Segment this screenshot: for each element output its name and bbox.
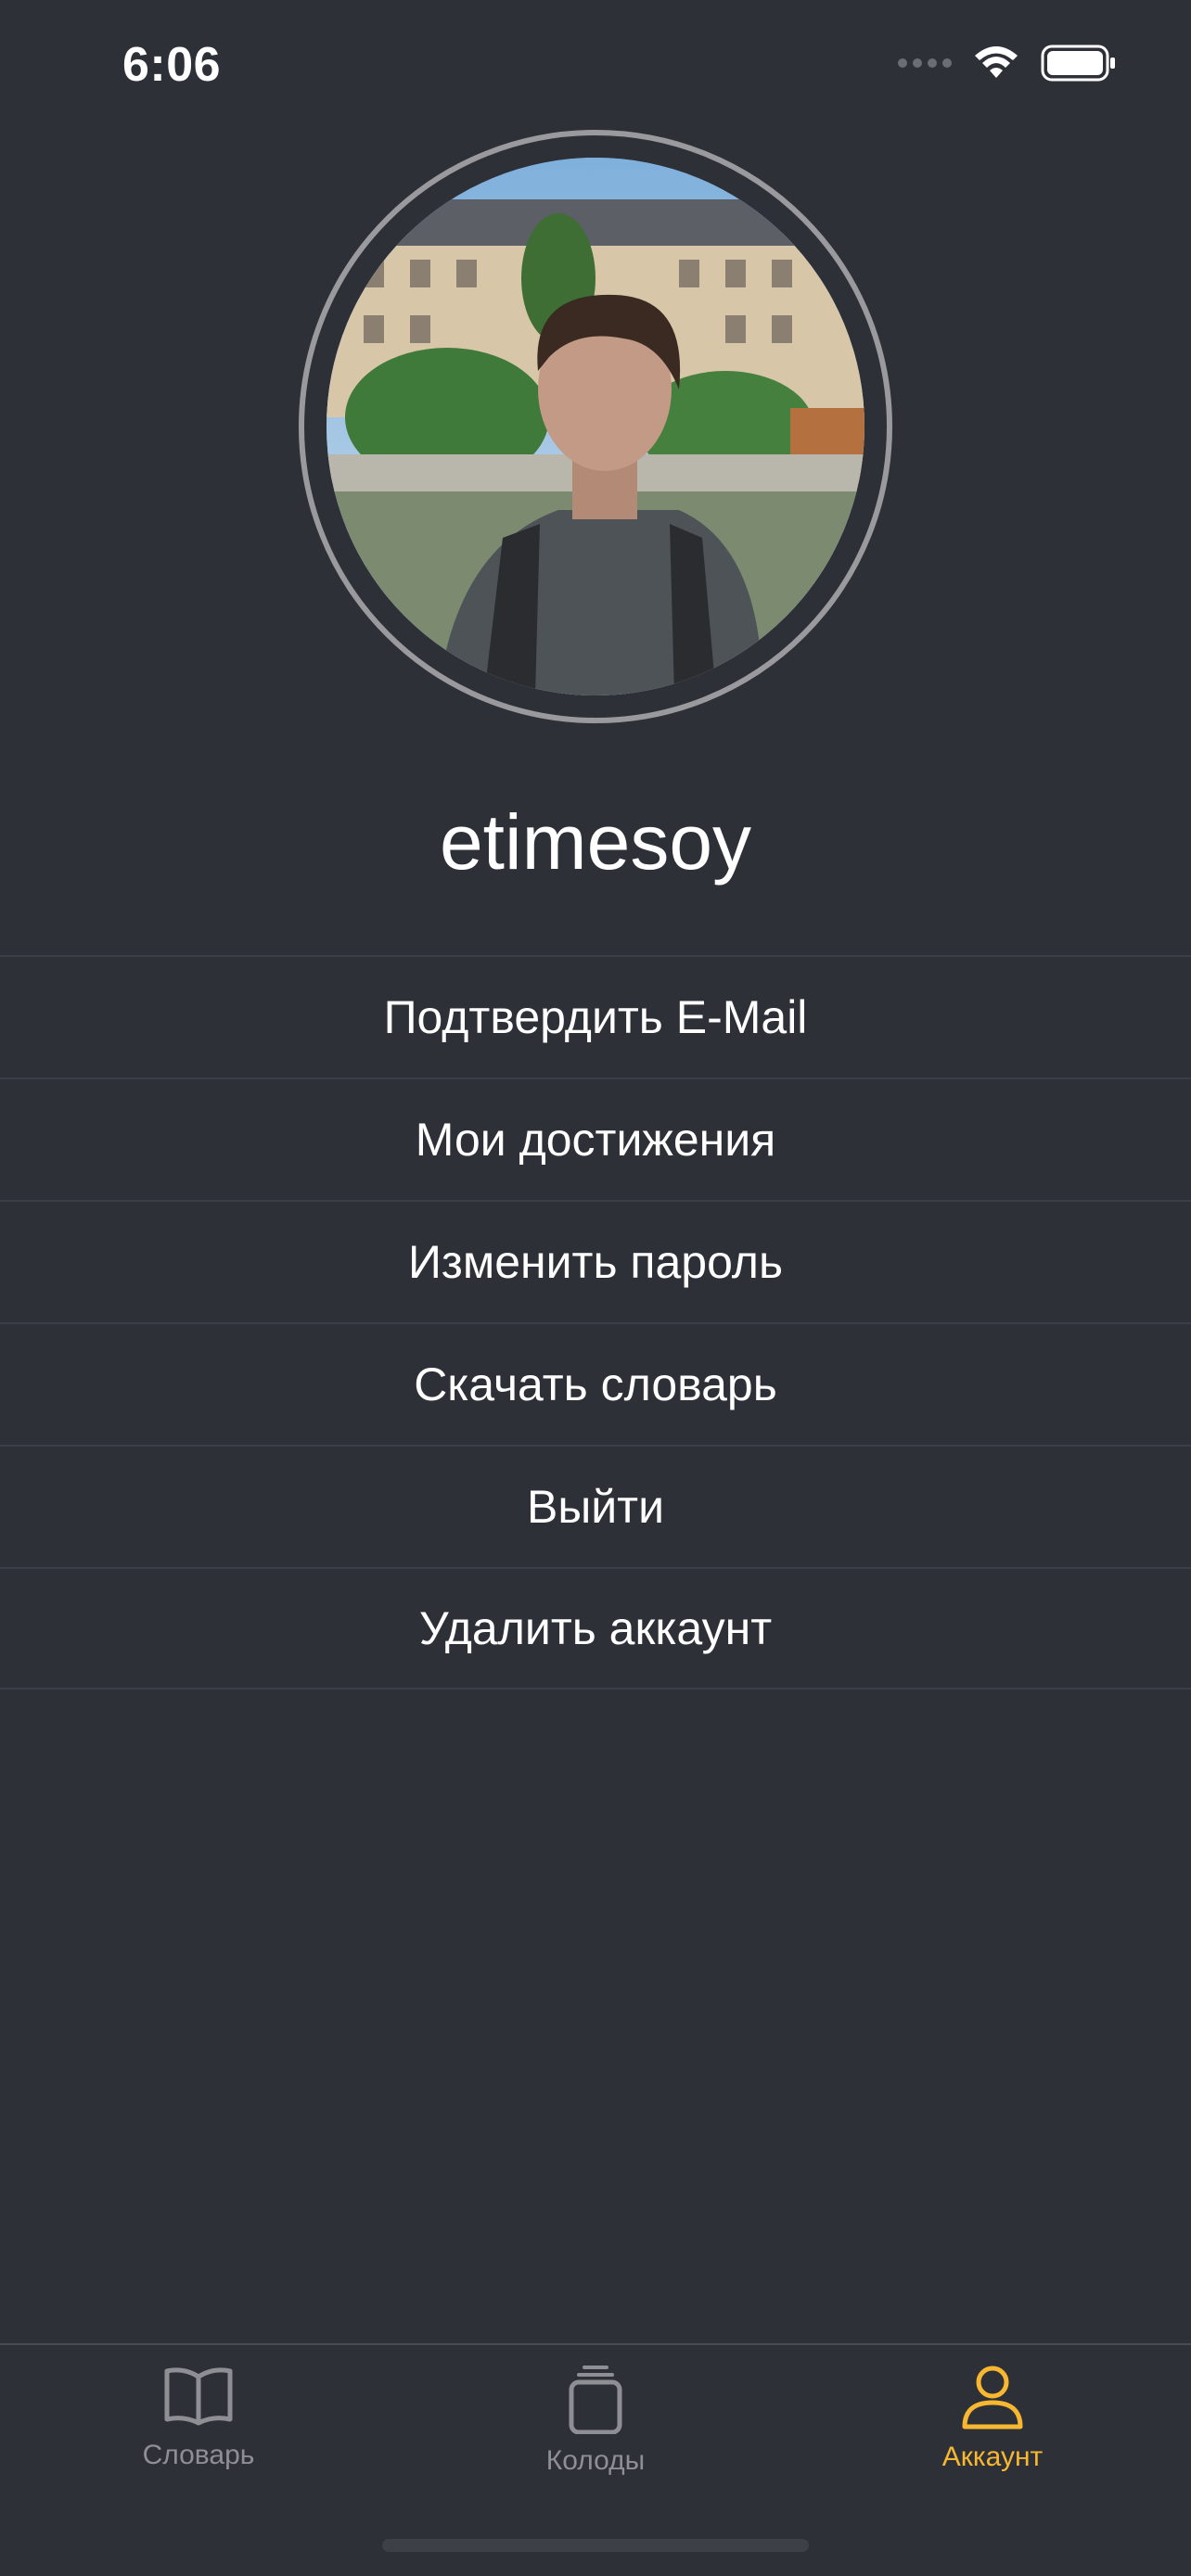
download-dictionary-button[interactable]: Скачать словарь — [0, 1322, 1191, 1445]
tab-dictionary-label: Словарь — [142, 2440, 255, 2470]
tab-decks-label: Колоды — [545, 2445, 646, 2476]
logout-button[interactable]: Выйти — [0, 1445, 1191, 1567]
achievements-button[interactable]: Мои достижения — [0, 1078, 1191, 1200]
person-icon — [962, 2366, 1023, 2429]
tab-account-label: Аккаунт — [941, 2442, 1044, 2472]
wifi-icon — [975, 46, 1018, 78]
tab-dictionary[interactable]: Словарь — [59, 2364, 338, 2471]
status-time: 6:06 — [122, 38, 222, 92]
cards-stack-icon — [569, 2366, 622, 2434]
status-icons — [898, 45, 1117, 82]
account-screen: 6:06 etimesoy Подтвердить E-Mail Мои дос… — [0, 0, 1191, 2576]
tab-decks[interactable]: Колоды — [456, 2364, 735, 2477]
change-password-button[interactable]: Изменить пароль — [0, 1200, 1191, 1322]
avatar-photo — [327, 158, 864, 695]
username: etimesoy — [439, 798, 752, 886]
delete-account-button[interactable]: Удалить аккаунт — [0, 1567, 1191, 1690]
account-menu: Подтвердить E-Mail Мои достижения Измени… — [0, 955, 1191, 1690]
avatar[interactable] — [327, 158, 864, 695]
battery-icon — [1041, 45, 1115, 82]
tab-account[interactable]: Аккаунт — [853, 2364, 1132, 2473]
book-icon — [164, 2367, 233, 2426]
cellular-signal-icon — [898, 58, 952, 68]
home-indicator[interactable] — [382, 2539, 809, 2552]
confirm-email-button[interactable]: Подтвердить E-Mail — [0, 955, 1191, 1078]
